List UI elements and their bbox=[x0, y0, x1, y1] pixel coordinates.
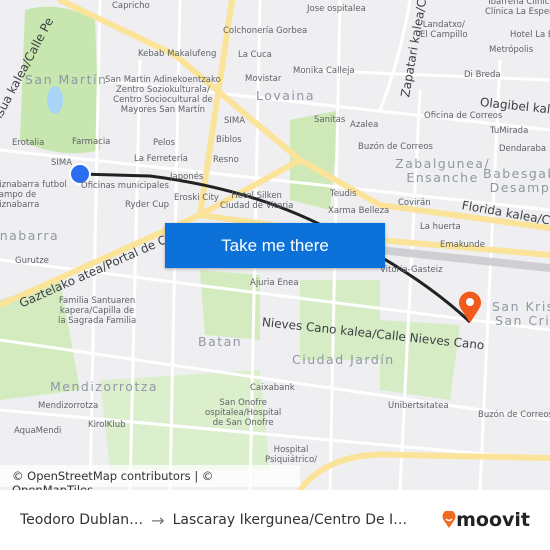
poi-label: Azalea bbox=[350, 120, 379, 130]
poi-label: San Martin Adinekoentzako Zentro Sozioku… bbox=[105, 75, 221, 115]
poi-label: AquaMendi bbox=[14, 426, 62, 436]
poi-label: Teudis bbox=[330, 189, 357, 199]
poi-label: Emakunde bbox=[440, 240, 485, 250]
poi-label: Capricho bbox=[112, 1, 150, 11]
poi-label: La huerta bbox=[420, 222, 461, 232]
district-label: San Martín bbox=[25, 72, 108, 87]
poi-label: Caixabank bbox=[250, 383, 295, 393]
origin-name: Teodoro Dublan… bbox=[20, 512, 144, 528]
poi-label: Vitoria-Gasteiz bbox=[380, 265, 443, 275]
district-label: Lovaina bbox=[256, 88, 316, 103]
poi-label: Xarma Belleza bbox=[328, 206, 390, 216]
poi-label: SIMA bbox=[224, 116, 246, 126]
poi-label: TuMirada bbox=[490, 126, 529, 136]
poi-label: Buzón de Correos bbox=[358, 142, 433, 152]
poi-label: Unibertsitatea bbox=[388, 401, 449, 411]
moovit-logo[interactable]: moovit bbox=[442, 509, 530, 531]
poi-label: Erotalia bbox=[12, 138, 45, 148]
poi-label: Hotel Silken Ciudad de Vitoria bbox=[220, 191, 294, 211]
poi-label: Buzón de Correos bbox=[478, 410, 550, 420]
poi-label: Resno bbox=[213, 155, 239, 165]
district-label: Batan bbox=[198, 334, 243, 349]
poi-label: San Onofre ospitalea/Hospital de San Ono… bbox=[205, 398, 282, 428]
poi-label: Metrópolis bbox=[489, 45, 534, 55]
poi-label: Japonés bbox=[170, 172, 204, 182]
district-label: Babesgabe Desampa bbox=[483, 166, 550, 195]
district-label: Ariznabarra bbox=[0, 228, 60, 243]
moovit-wordmark: moovit bbox=[456, 509, 530, 531]
poi-label: Dendaraba bbox=[499, 144, 547, 154]
poi-label: Ariznabarra futbol /Campo de Ariznabarra bbox=[0, 180, 67, 210]
poi-label: Familia Santuaren kapera/Capilla de la S… bbox=[58, 296, 137, 326]
poi-label: Ajuria Enea bbox=[250, 278, 299, 288]
poi-label: Hotel La Bi bbox=[510, 30, 550, 40]
district-label: Zabalgunea/ Ensanche bbox=[395, 156, 491, 185]
pond bbox=[47, 86, 63, 114]
poi-label: KirolKlub bbox=[88, 420, 126, 430]
poi-label: Monika Calleja bbox=[293, 66, 355, 76]
poi-label: Mendizorrotza bbox=[38, 401, 99, 411]
map[interactable]: San Martín Lovaina Zabalgunea/ Ensanche … bbox=[0, 0, 550, 490]
poi-label: Ibarrena Clínica Clínica La Espera bbox=[485, 0, 550, 17]
poi-label: Jose ospitalea bbox=[307, 4, 366, 14]
route-footer: Teodoro Dublan… → Lascaray Ikergunea/Cen… bbox=[0, 490, 550, 550]
poi-label: Biblos bbox=[216, 135, 242, 145]
poi-label: SIMA bbox=[51, 158, 73, 168]
poi-label: Di Breda bbox=[464, 70, 501, 80]
poi-label: Oficina de Correos bbox=[424, 111, 503, 121]
poi-label: La Cuca bbox=[238, 50, 272, 60]
poi-label: Ryder Cup bbox=[125, 200, 170, 210]
take-me-there-button[interactable]: Take me there bbox=[165, 223, 385, 268]
district-label: Mendizorrotza bbox=[50, 379, 159, 394]
poi-label: Hospital Psiquiátrico/ bbox=[265, 445, 318, 465]
poi-label: Colchonería Gorbea bbox=[223, 26, 308, 36]
poi-label: La Ferretería bbox=[134, 154, 188, 164]
poi-label: Farmacia bbox=[72, 137, 111, 147]
poi-label: Pelos bbox=[153, 138, 176, 148]
poi-label: Gurutze bbox=[15, 256, 49, 266]
arrow-right-icon: → bbox=[151, 510, 165, 530]
moovit-pin-icon bbox=[442, 511, 456, 528]
poi-label: Landatxo/ El Campillo bbox=[420, 20, 468, 40]
poi-label: Eroski City bbox=[174, 193, 219, 203]
poi-label: Covirán bbox=[398, 198, 431, 208]
poi-label: Sanitas bbox=[314, 115, 346, 125]
destination-name: Lascaray Ikergunea/Centro De I… bbox=[172, 512, 408, 528]
map-attribution[interactable]: © OpenStreetMap contributors | © OpenMap… bbox=[0, 465, 300, 490]
poi-label: Movistar bbox=[245, 74, 282, 84]
district-label: San Krist San Cris bbox=[492, 299, 550, 328]
poi-label: Oficinas municipales bbox=[81, 181, 169, 191]
poi-label: Kebab Makalufeng bbox=[138, 49, 217, 59]
district-label: Ciudad Jardín bbox=[292, 352, 395, 367]
